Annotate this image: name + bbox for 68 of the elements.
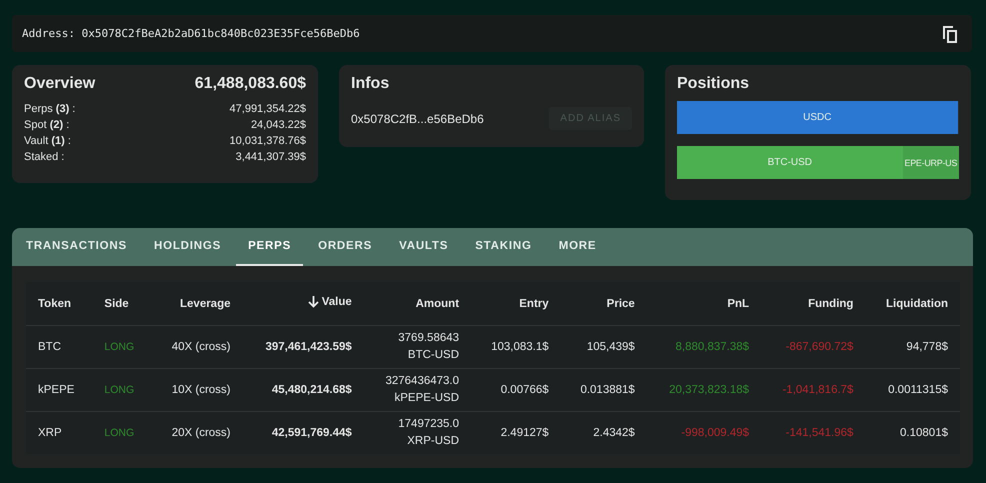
table-cell: XRP [38, 427, 62, 439]
column-header[interactable]: Leverage [180, 298, 231, 310]
side-text: LONG [104, 341, 134, 353]
table-cell-text: kPEPE-USD [393, 391, 460, 406]
funding-value: -867,690.72$ [786, 341, 854, 353]
table-cell: 20X (cross) [172, 427, 231, 439]
table-cell: 0.013881$ [580, 384, 635, 396]
overview-label: Staked : [24, 150, 64, 165]
table-cell: 397,461,423.59$ [265, 341, 352, 353]
position-segment[interactable]: USDC [677, 101, 958, 134]
table-cell: 0.10801$ [900, 427, 948, 439]
table-cell: 10X (cross) [172, 384, 231, 396]
table-cell-text: BTC-USD [406, 348, 460, 363]
overview-value: 24,043.22$ [250, 118, 306, 133]
column-header[interactable]: Side [104, 298, 129, 310]
pnl-value: -998,009.49$ [681, 427, 750, 439]
positions-title: Positions [677, 75, 750, 92]
tab[interactable]: MORE [546, 228, 608, 266]
infos-title: Infos [351, 75, 390, 92]
column-header[interactable]: Amount [416, 298, 460, 310]
column-header[interactable]: Token [38, 298, 72, 310]
table-cell: 40X (cross) [172, 341, 231, 353]
pnl-value: 8,880,837.38$ [676, 341, 750, 353]
table-cell-text: 3769.58643 [397, 331, 460, 346]
address-text: Address: 0x5078C2fBeA2b2aD61bc840Bc023E35Fce56BeDb6 [22, 27, 360, 40]
table-cell: 0.00766$ [500, 384, 549, 396]
column-header[interactable]: Liquidation [886, 298, 948, 310]
table-cell: 42,591,769.44$ [272, 427, 352, 439]
column-header[interactable]: Value [308, 296, 352, 308]
overview-label: Vault (1) : [24, 134, 71, 149]
short-address: 0x5078C2fB...e56BeDb6 [351, 112, 484, 126]
table-cell: 0.0011315$ [888, 384, 948, 396]
overview-label: Spot (2) : [24, 118, 70, 133]
table-cell-text: XRP-USD [406, 434, 460, 449]
tab[interactable]: VAULTS [387, 228, 460, 266]
funding-value: -1,041,816.7$ [782, 384, 854, 396]
column-header[interactable]: PnL [727, 298, 750, 310]
table-cell: 103,083.1$ [491, 341, 549, 353]
tab[interactable]: HOLDINGS [142, 228, 234, 266]
table-cell-text: 3276436473.0 [384, 374, 460, 389]
sort-arrow-icon [308, 296, 319, 308]
table-cell: 2.49127$ [500, 427, 549, 439]
tab[interactable]: TRANSACTIONS [14, 228, 139, 266]
column-header[interactable]: Funding [808, 298, 854, 310]
side-text: LONG [104, 427, 134, 439]
funding-value: -141,541.96$ [786, 427, 854, 439]
overview-value: 47,991,354.22$ [230, 102, 306, 117]
overview-value: 3,441,307.39$ [236, 150, 306, 165]
tab[interactable]: ORDERS [306, 228, 384, 266]
tab[interactable]: PERPS [236, 228, 304, 266]
column-header[interactable]: Entry [519, 298, 549, 310]
position-segment-label: EPE-URP-US [902, 146, 959, 179]
overview-total: 61,488,083.60$ [194, 75, 306, 93]
copy-icon[interactable] [940, 24, 960, 44]
pnl-value: 20,373,823.18$ [669, 384, 750, 396]
overview-value: 10,031,378.76$ [230, 134, 306, 149]
table-cell: 2.4342$ [593, 427, 635, 439]
overview-label: Perps (3) : [24, 102, 76, 117]
table-cell: kPEPE [38, 384, 74, 396]
side-text: LONG [104, 384, 134, 396]
table-cell: 105,439$ [586, 341, 635, 353]
table-cell: BTC [38, 341, 61, 353]
overview-title: Overview [24, 75, 96, 93]
tab[interactable]: STAKING [463, 228, 544, 266]
table-cell: 45,480,214.68$ [272, 384, 352, 396]
table-cell-text: 17497235.0 [397, 417, 460, 432]
column-header[interactable]: Price [606, 298, 635, 310]
table-cell: 94,778$ [906, 341, 948, 353]
